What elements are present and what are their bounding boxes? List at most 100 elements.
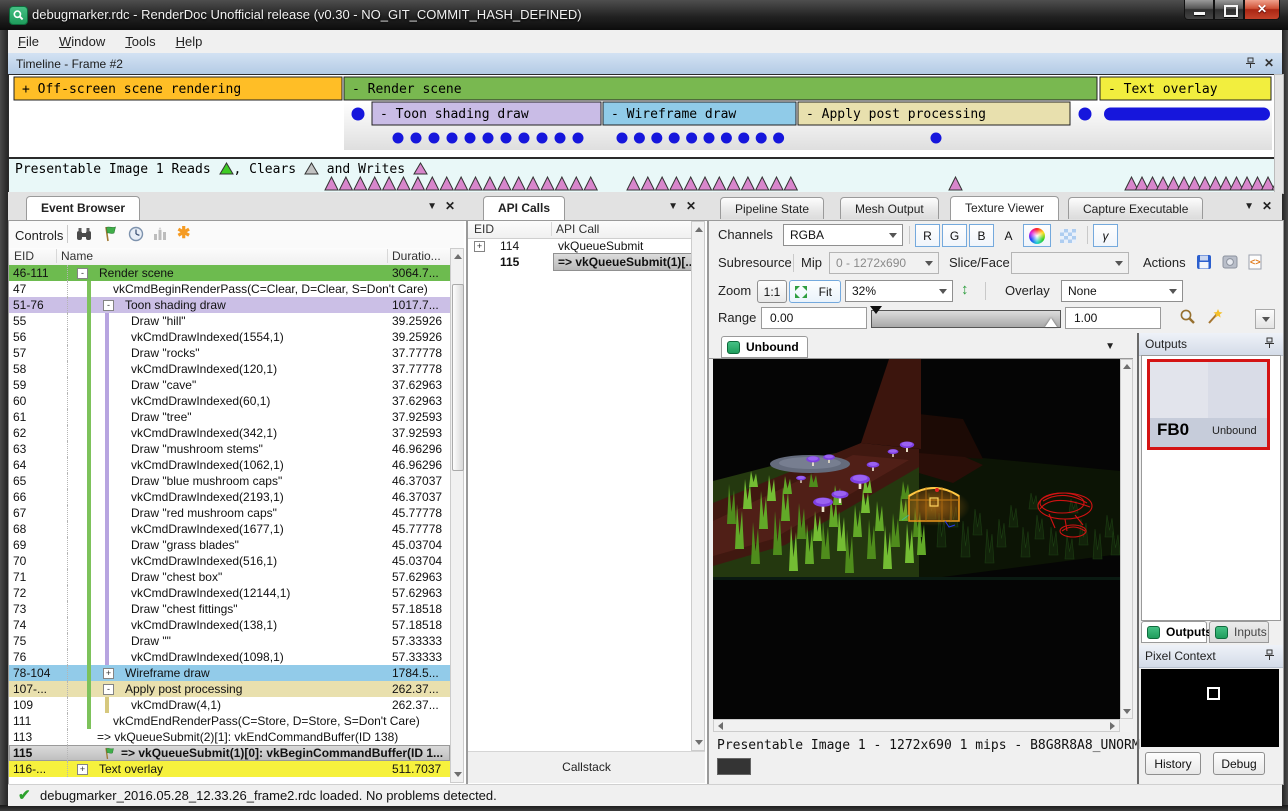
channel-g-button[interactable]: G [942, 224, 967, 247]
event-row[interactable]: 78-104+Wireframe draw1784.5... [9, 665, 450, 681]
pin-icon[interactable] [1245, 57, 1256, 72]
tree-expander[interactable]: - [103, 684, 114, 695]
menu-item-help[interactable]: Help [166, 30, 213, 53]
scrollbar-thumb[interactable] [452, 284, 464, 471]
timeline-scrollbar[interactable] [1274, 74, 1284, 194]
tab-api-calls[interactable]: API Calls [483, 196, 565, 220]
range-max-input[interactable]: 1.00 [1065, 307, 1161, 329]
splitter[interactable] [1137, 333, 1139, 784]
zoom-level-select[interactable]: 32% [845, 280, 953, 302]
save-icon[interactable] [1195, 253, 1213, 271]
event-row[interactable]: 111vkCmdEndRenderPass(C=Store, D=Store, … [9, 713, 450, 729]
tree-expander[interactable]: + [103, 668, 114, 679]
pin-icon[interactable] [1264, 649, 1275, 664]
color-wheel-button[interactable] [1023, 224, 1051, 247]
event-row[interactable]: 74vkCmdDrawIndexed(138,1)57.18518 [9, 617, 450, 633]
menu-item-window[interactable]: Window [49, 30, 115, 53]
tree-expander[interactable]: + [474, 241, 485, 252]
chevron-down-icon[interactable]: ▼ [427, 201, 437, 212]
api-calls-column-header[interactable]: EID API Call [468, 221, 691, 239]
event-row[interactable]: 70vkCmdDrawIndexed(516,1)45.03704 [9, 553, 450, 569]
zoom-range-magnifier-icon[interactable] [1179, 308, 1197, 326]
zoom-1to1-button[interactable]: 1:1 [757, 280, 787, 303]
tab-outputs[interactable]: Outputs [1141, 621, 1207, 643]
event-browser-column-header[interactable]: EID Name Duratio... [9, 248, 450, 266]
gamma-button[interactable]: γ [1093, 224, 1118, 247]
event-row[interactable]: 73Draw "chest fittings"57.18518 [9, 601, 450, 617]
event-row[interactable]: 115=> vkQueueSubmit(1)[0]: vkBeginComman… [9, 745, 450, 761]
more-options-button[interactable] [1255, 309, 1275, 329]
viewport-vscrollbar[interactable] [1120, 359, 1133, 719]
event-row[interactable]: 63Draw "mushroom stems"46.96296 [9, 441, 450, 457]
event-row[interactable]: 46-111-Render scene3064.7... [9, 265, 450, 281]
mip-select[interactable]: 0 - 1272x690 [829, 252, 939, 274]
close-icon[interactable]: ✕ [1264, 56, 1274, 70]
tab-mesh-output[interactable]: Mesh Output [840, 197, 939, 219]
chevron-down-icon[interactable]: ▼ [1105, 341, 1115, 352]
event-row[interactable]: 57Draw "rocks"37.77778 [9, 345, 450, 361]
event-row[interactable]: 107-...-Apply post processing262.37... [9, 681, 450, 697]
view-as-code-icon[interactable]: <> [1246, 253, 1264, 271]
api-call-row[interactable]: 115=> vkQueueSubmit(1)[... [468, 254, 691, 270]
event-row[interactable]: 58vkCmdDrawIndexed(120,1)37.77778 [9, 361, 450, 377]
close-icon[interactable]: ✕ [1262, 199, 1272, 213]
zoom-fit-button[interactable]: Fit [789, 280, 841, 303]
minimize-button[interactable] [1184, 0, 1214, 20]
maximize-button[interactable] [1214, 0, 1244, 20]
api-call-row[interactable]: +114vkQueueSubmit [468, 238, 691, 254]
event-row[interactable]: 76vkCmdDrawIndexed(1098,1)57.33333 [9, 649, 450, 665]
tree-expander[interactable]: + [77, 764, 88, 775]
chevron-down-icon[interactable]: ▼ [668, 201, 678, 212]
event-row[interactable]: 62vkCmdDrawIndexed(342,1)37.92593 [9, 425, 450, 441]
open-resource-icon[interactable] [1221, 253, 1239, 271]
event-row[interactable]: 109vkCmdDraw(4,1)262.37... [9, 697, 450, 713]
event-row[interactable]: 67Draw "red mushroom caps"45.77778 [9, 505, 450, 521]
tab-pipeline-state[interactable]: Pipeline State [720, 197, 824, 219]
channel-b-button[interactable]: B [969, 224, 994, 247]
history-button[interactable]: History [1145, 752, 1201, 775]
channel-a-button[interactable]: A [996, 224, 1021, 247]
event-row[interactable]: 75Draw ""57.33333 [9, 633, 450, 649]
event-row[interactable]: 64vkCmdDrawIndexed(1062,1)46.96296 [9, 457, 450, 473]
event-row[interactable]: 66vkCmdDrawIndexed(2193,1)46.37037 [9, 489, 450, 505]
time-draws-clock-icon[interactable] [127, 225, 145, 243]
viewport-hscrollbar[interactable] [713, 719, 1120, 732]
event-row[interactable]: 68vkCmdDrawIndexed(1677,1)45.77778 [9, 521, 450, 537]
tab-unbound-texture[interactable]: Unbound [721, 336, 808, 358]
alpha-checker-button[interactable] [1053, 224, 1081, 247]
overlay-select[interactable]: None [1061, 280, 1183, 302]
outputs-header[interactable]: Outputs [1139, 333, 1283, 356]
event-row[interactable]: 69Draw "grass blades"45.03704 [9, 537, 450, 553]
pixel-context-header[interactable]: Pixel Context [1139, 645, 1283, 668]
range-white-handle[interactable] [1045, 318, 1057, 327]
flip-y-icon[interactable]: ↕ [961, 281, 969, 298]
chevron-down-icon[interactable]: ▼ [1244, 201, 1254, 212]
event-row[interactable]: 56vkCmdDrawIndexed(1554,1)39.25926 [9, 329, 450, 345]
event-row[interactable]: 113=> vkQueueSubmit(2)[1]: vkEndCommandB… [9, 729, 450, 745]
event-browser-scrollbar[interactable] [450, 248, 464, 783]
range-black-handle[interactable] [870, 306, 882, 314]
api-calls-scrollbar[interactable] [691, 221, 705, 751]
slice-face-select[interactable] [1011, 252, 1129, 274]
tab-inputs[interactable]: Inputs [1209, 621, 1269, 643]
output-thumbnail-fb0[interactable]: FB0 Unbound [1147, 359, 1270, 450]
pin-icon[interactable] [1264, 337, 1275, 352]
range-slider[interactable] [871, 308, 1061, 328]
title-bar[interactable]: debugmarker.rdc - RenderDoc Unofficial r… [0, 0, 1288, 30]
channels-select[interactable]: RGBA [783, 224, 903, 246]
col-eid[interactable]: EID [14, 249, 34, 263]
timeline-resource-usage[interactable]: Presentable Image 1 Reads , Clears and W… [8, 158, 1276, 194]
bookmark-asterisk-icon[interactable]: ✱ [177, 223, 195, 241]
close-button[interactable]: ✕ [1244, 0, 1280, 20]
range-min-input[interactable]: 0.00 [761, 307, 867, 329]
event-row[interactable]: 59Draw "cave"37.62963 [9, 377, 450, 393]
event-row[interactable]: 116-...+Text overlay511.7037 [9, 761, 450, 777]
find-icon[interactable] [75, 225, 93, 243]
texture-viewport[interactable] [713, 359, 1133, 732]
event-row[interactable]: 61Draw "tree"37.92593 [9, 409, 450, 425]
col-duration[interactable]: Duratio... [392, 249, 441, 263]
debug-button[interactable]: Debug [1213, 752, 1265, 775]
event-row[interactable]: 71Draw "chest box"57.62963 [9, 569, 450, 585]
event-row[interactable]: 65Draw "blue mushroom caps"46.37037 [9, 473, 450, 489]
event-row[interactable]: 55Draw "hill"39.25926 [9, 313, 450, 329]
